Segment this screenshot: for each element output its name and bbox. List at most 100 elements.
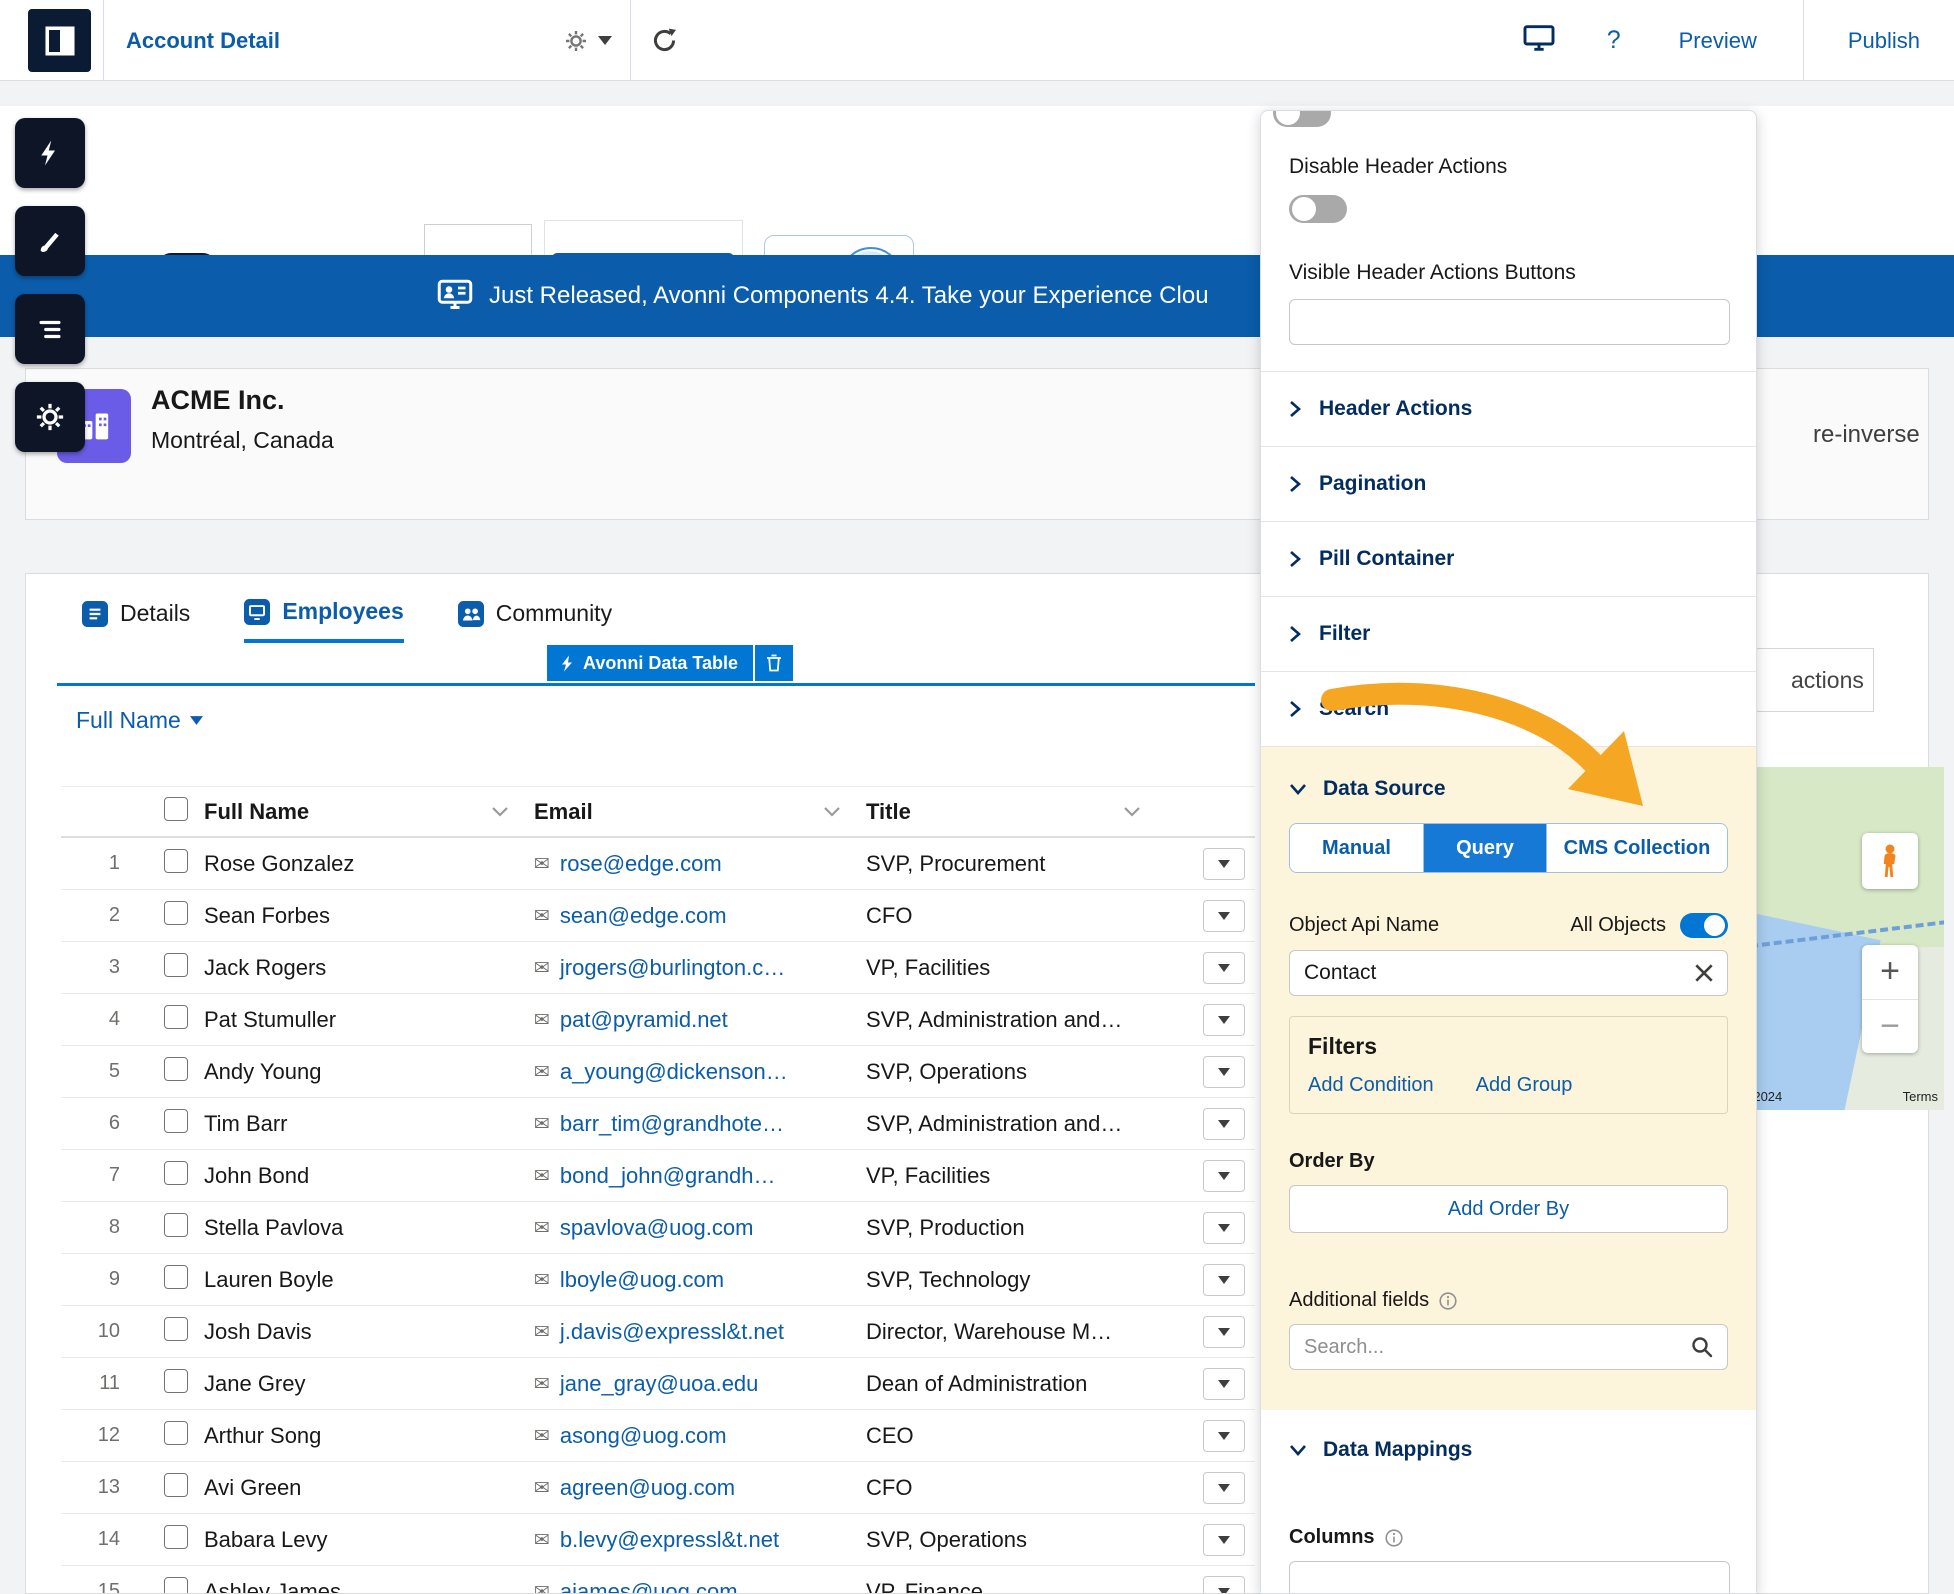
row-menu-button[interactable]: [1203, 1472, 1245, 1504]
section-filter[interactable]: Filter: [1261, 597, 1756, 672]
row-checkbox[interactable]: [164, 1421, 188, 1445]
cell-email-link[interactable]: j.davis@expressl&t.net: [560, 1319, 784, 1345]
cell-email-link[interactable]: rose@edge.com: [560, 851, 722, 877]
cell-email-link[interactable]: pat@pyramid.net: [560, 1007, 728, 1033]
table-header-row: Full Name Email Title: [61, 786, 1255, 838]
visible-header-actions-input[interactable]: [1289, 299, 1730, 345]
all-objects-toggle[interactable]: [1680, 913, 1728, 938]
cell-email-link[interactable]: sean@edge.com: [560, 903, 727, 929]
row-checkbox[interactable]: [164, 901, 188, 925]
row-menu-button[interactable]: [1203, 1368, 1245, 1400]
cell-email-link[interactable]: jrogers@burlington.c…: [560, 955, 785, 981]
columns-input[interactable]: [1289, 1561, 1730, 1594]
caret-down-icon[interactable]: [598, 36, 612, 45]
cell-email-link[interactable]: ajames@uog.com: [560, 1579, 738, 1594]
tab-community[interactable]: Community: [458, 598, 612, 643]
builder-logo-icon[interactable]: [28, 9, 91, 72]
publish-button[interactable]: Publish: [1848, 28, 1920, 54]
mode-query-button[interactable]: Query: [1424, 824, 1547, 872]
row-checkbox[interactable]: [164, 1265, 188, 1289]
section-pagination[interactable]: Pagination: [1261, 447, 1756, 522]
preview-button[interactable]: Preview: [1679, 28, 1757, 54]
help-button[interactable]: ?: [1607, 26, 1621, 55]
data-mappings-header[interactable]: Data Mappings: [1289, 1438, 1756, 1462]
cell-title: CFO: [858, 903, 1158, 929]
mode-cms-collection-button[interactable]: CMS Collection: [1547, 824, 1727, 872]
components-button[interactable]: [15, 118, 85, 188]
cell-email-link[interactable]: lboyle@uog.com: [560, 1267, 724, 1293]
row-checkbox[interactable]: [164, 1525, 188, 1549]
gear-icon[interactable]: [564, 29, 588, 53]
cell-title: Director, Warehouse M…: [858, 1319, 1158, 1345]
row-checkbox[interactable]: [164, 1005, 188, 1029]
row-menu-button[interactable]: [1203, 1316, 1245, 1348]
cell-email-link[interactable]: a_young@dickenson…: [560, 1059, 788, 1085]
additional-fields-search-input[interactable]: [1289, 1324, 1728, 1370]
cell-email-link[interactable]: spavlova@uog.com: [560, 1215, 754, 1241]
cell-email-link[interactable]: asong@uog.com: [560, 1423, 727, 1449]
section-label: Filter: [1319, 622, 1370, 646]
row-menu-button[interactable]: [1203, 1420, 1245, 1452]
row-checkbox[interactable]: [164, 1057, 188, 1081]
disable-header-actions-toggle[interactable]: [1289, 195, 1347, 223]
row-menu-button[interactable]: [1203, 1576, 1245, 1594]
section-search[interactable]: Search: [1261, 672, 1756, 747]
additional-fields-label: Additional fields: [1289, 1289, 1429, 1312]
cell-name: Sean Forbes: [196, 903, 526, 929]
settings-button[interactable]: [15, 382, 85, 452]
cell-email-link[interactable]: jane_gray@uoa.edu: [560, 1371, 758, 1397]
row-checkbox[interactable]: [164, 953, 188, 977]
columns-label: Columns: [1289, 1526, 1375, 1549]
cropped-toggle[interactable]: [1273, 110, 1331, 127]
clear-x-icon[interactable]: [1695, 964, 1713, 982]
row-menu-button[interactable]: [1203, 1160, 1245, 1192]
cell-email-link[interactable]: barr_tim@grandhote…: [560, 1111, 784, 1137]
row-checkbox[interactable]: [164, 1369, 188, 1393]
map-terms-link[interactable]: Terms: [1903, 1089, 1938, 1104]
row-menu-button[interactable]: [1203, 1524, 1245, 1556]
data-source-header[interactable]: Data Source: [1289, 777, 1728, 801]
tab-employees[interactable]: Employees: [244, 598, 403, 643]
add-condition-link[interactable]: Add Condition: [1308, 1074, 1434, 1097]
row-checkbox[interactable]: [164, 1213, 188, 1237]
cell-email-link[interactable]: b.levy@expressl&t.net: [560, 1527, 779, 1553]
outline-button[interactable]: [15, 294, 85, 364]
desktop-preview-icon[interactable]: [1523, 24, 1555, 57]
row-menu-button[interactable]: [1203, 1004, 1245, 1036]
chevron-down-icon: [1124, 807, 1140, 817]
add-group-link[interactable]: Add Group: [1476, 1074, 1573, 1097]
row-checkbox[interactable]: [164, 1577, 188, 1594]
object-api-name-field[interactable]: Contact: [1289, 950, 1728, 996]
zoom-out-button[interactable]: −: [1862, 999, 1918, 1054]
table-row: 14 Babara Levy ✉ b.levy@expressl&t.net S…: [61, 1514, 1255, 1566]
row-menu-button[interactable]: [1203, 900, 1245, 932]
tab-details[interactable]: Details: [82, 598, 190, 643]
row-menu-button[interactable]: [1203, 952, 1245, 984]
cell-email-link[interactable]: agreen@uog.com: [560, 1475, 735, 1501]
pegman-control[interactable]: [1862, 833, 1918, 889]
select-all-checkbox[interactable]: [164, 797, 188, 821]
row-checkbox[interactable]: [164, 1109, 188, 1133]
row-checkbox[interactable]: [164, 1317, 188, 1341]
row-menu-button[interactable]: [1203, 1264, 1245, 1296]
tab-community-label: Community: [496, 600, 612, 627]
theme-button[interactable]: [15, 206, 85, 276]
zoom-in-button[interactable]: +: [1862, 945, 1918, 999]
cell-name: Arthur Song: [196, 1423, 526, 1449]
delete-component-button[interactable]: [755, 645, 793, 681]
mode-manual-button[interactable]: Manual: [1290, 824, 1424, 872]
row-menu-button[interactable]: [1203, 1212, 1245, 1244]
section-pill-container[interactable]: Pill Container: [1261, 522, 1756, 597]
row-menu-button[interactable]: [1203, 848, 1245, 880]
add-order-by-button[interactable]: Add Order By: [1289, 1185, 1728, 1233]
row-checkbox[interactable]: [164, 1161, 188, 1185]
sort-control[interactable]: Full Name: [76, 707, 203, 734]
row-menu-button[interactable]: [1203, 1108, 1245, 1140]
row-checkbox[interactable]: [164, 849, 188, 873]
cell-email-link[interactable]: bond_john@grandh…: [560, 1163, 776, 1189]
row-menu-button[interactable]: [1203, 1056, 1245, 1088]
row-checkbox[interactable]: [164, 1473, 188, 1497]
page-selector[interactable]: Account Detail: [103, 0, 631, 81]
refresh-icon[interactable]: [650, 26, 679, 60]
section-header-actions[interactable]: Header Actions: [1261, 372, 1756, 447]
